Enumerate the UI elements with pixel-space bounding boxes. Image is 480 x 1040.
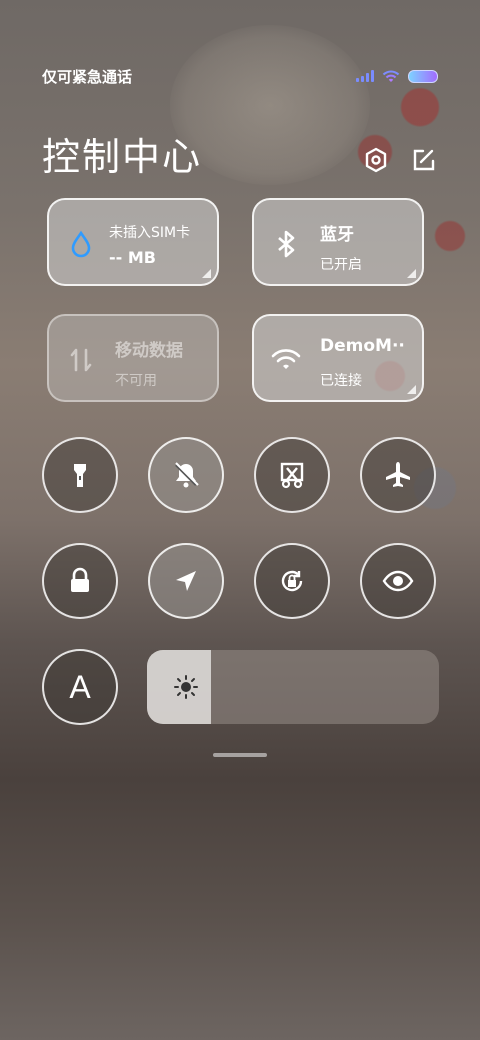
mobile-data-tile[interactable]: 移动数据 不可用 — [47, 314, 219, 402]
signal-icon — [356, 70, 374, 82]
sun-icon — [174, 675, 198, 699]
data-usage-tile[interactable]: 未插入SIM卡 -- MB — [47, 198, 219, 286]
airplane-toggle[interactable] — [360, 437, 436, 513]
water-drop-icon — [71, 230, 91, 258]
battery-icon — [408, 69, 438, 83]
settings-icon[interactable] — [362, 146, 390, 174]
wifi-icon — [271, 349, 301, 369]
screenshot-toggle[interactable] — [254, 437, 330, 513]
brightness-slider[interactable] — [147, 650, 439, 724]
page-title: 控制中心 — [42, 135, 203, 179]
flashlight-icon — [74, 464, 86, 487]
eye-icon — [382, 570, 414, 592]
bluetooth-status: 已开启 — [320, 257, 362, 273]
expand-corner-icon — [202, 269, 211, 278]
bluetooth-tile[interactable]: 蓝牙 已开启 — [252, 198, 424, 286]
flashlight-toggle[interactable] — [42, 437, 118, 513]
bluetooth-label: 蓝牙 — [320, 225, 354, 245]
data-usage-value: -- MB — [109, 248, 156, 267]
bell-off-icon — [175, 462, 199, 488]
data-arrows-icon — [70, 348, 92, 372]
lock-icon — [71, 567, 89, 592]
wifi-network-name: DemoM·· — [320, 336, 405, 356]
font-letter-icon: A — [69, 668, 91, 705]
scissors-icon — [280, 462, 304, 489]
mobile-data-status: 不可用 — [115, 373, 157, 389]
font-toggle[interactable]: A — [42, 649, 118, 725]
lock-screen-toggle[interactable] — [42, 543, 118, 619]
status-bar: 仅可紧急通话 — [42, 66, 438, 86]
silent-toggle[interactable] — [148, 437, 224, 513]
sim-status: 未插入SIM卡 — [109, 225, 191, 241]
bluetooth-icon — [278, 230, 295, 258]
mobile-data-label: 移动数据 — [115, 341, 183, 361]
wifi-status-icon — [382, 70, 400, 82]
airplane-icon — [386, 462, 410, 487]
edit-icon[interactable] — [409, 146, 437, 174]
rotation-lock-toggle[interactable] — [254, 543, 330, 619]
wifi-status: 已连接 — [320, 373, 362, 389]
drag-handle[interactable] — [213, 753, 267, 757]
reading-mode-toggle[interactable] — [360, 543, 436, 619]
location-arrow-icon — [176, 571, 196, 591]
expand-corner-icon — [407, 269, 416, 278]
wifi-tile[interactable]: DemoM·· 已连接 — [252, 314, 424, 402]
rotation-lock-icon — [281, 570, 303, 592]
carrier-status: 仅可紧急通话 — [42, 67, 133, 86]
expand-corner-icon — [407, 385, 416, 394]
location-toggle[interactable] — [148, 543, 224, 619]
